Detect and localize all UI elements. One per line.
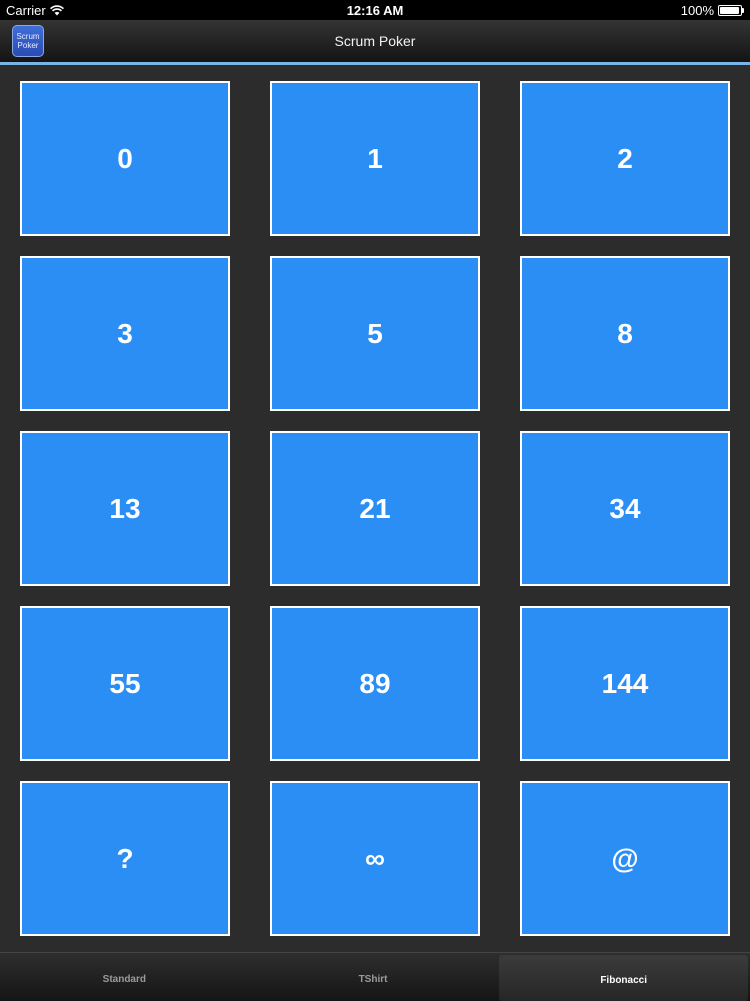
tab-label: Standard (102, 973, 146, 985)
card-label: 1 (367, 142, 383, 174)
card-2[interactable]: 2 (520, 81, 730, 236)
card-infinity[interactable]: ∞ (270, 781, 480, 936)
card-label: 8 (617, 317, 633, 349)
card-label: 21 (359, 492, 391, 524)
tab-label: TShirt (358, 973, 388, 985)
card-label: 55 (109, 667, 141, 699)
navigation-bar: Scrum Poker Scrum Poker (0, 20, 750, 65)
card-label: 34 (609, 492, 641, 524)
card-55[interactable]: 55 (20, 606, 230, 761)
card-label: 2 (617, 142, 633, 174)
card-label: 5 (367, 317, 383, 349)
card-label: @ (611, 842, 639, 874)
status-battery: 100% (681, 3, 744, 18)
card-3[interactable]: 3 (20, 256, 230, 411)
card-at[interactable]: @ (520, 781, 730, 936)
card-8[interactable]: 8 (520, 256, 730, 411)
card-21[interactable]: 21 (270, 431, 480, 586)
card-label: ∞ (365, 842, 385, 874)
card-label: 3 (117, 317, 133, 349)
card-13[interactable]: 13 (20, 431, 230, 586)
status-bar: Carrier 12:16 AM 100% (0, 0, 750, 20)
card-1[interactable]: 1 (270, 81, 480, 236)
card-label: ? (116, 842, 134, 874)
tab-fibonacci[interactable]: Fibonacci (499, 955, 749, 1001)
card-label: 0 (117, 142, 133, 174)
battery-percentage: 100% (680, 3, 714, 18)
card-0[interactable]: 0 (20, 81, 230, 236)
status-time: 12:16 AM (346, 3, 404, 18)
tab-bar: Standard TShirt Fibonacci (0, 952, 750, 1001)
card-label: 13 (109, 492, 141, 524)
tab-label: Fibonacci (600, 974, 648, 986)
battery-icon (718, 5, 744, 16)
card-label: 89 (359, 667, 391, 699)
card-5[interactable]: 5 (270, 256, 480, 411)
card-144[interactable]: 144 (520, 606, 730, 761)
card-grid: 0 1 2 3 5 8 13 21 34 55 89 144 ? ∞ @ (20, 81, 730, 936)
card-89[interactable]: 89 (270, 606, 480, 761)
tab-tshirt[interactable]: TShirt (249, 953, 498, 1001)
tab-standard[interactable]: Standard (0, 953, 249, 1001)
card-question[interactable]: ? (20, 781, 230, 936)
card-label: 144 (601, 667, 649, 699)
card-34[interactable]: 34 (520, 431, 730, 586)
page-title: Scrum Poker (334, 33, 416, 49)
